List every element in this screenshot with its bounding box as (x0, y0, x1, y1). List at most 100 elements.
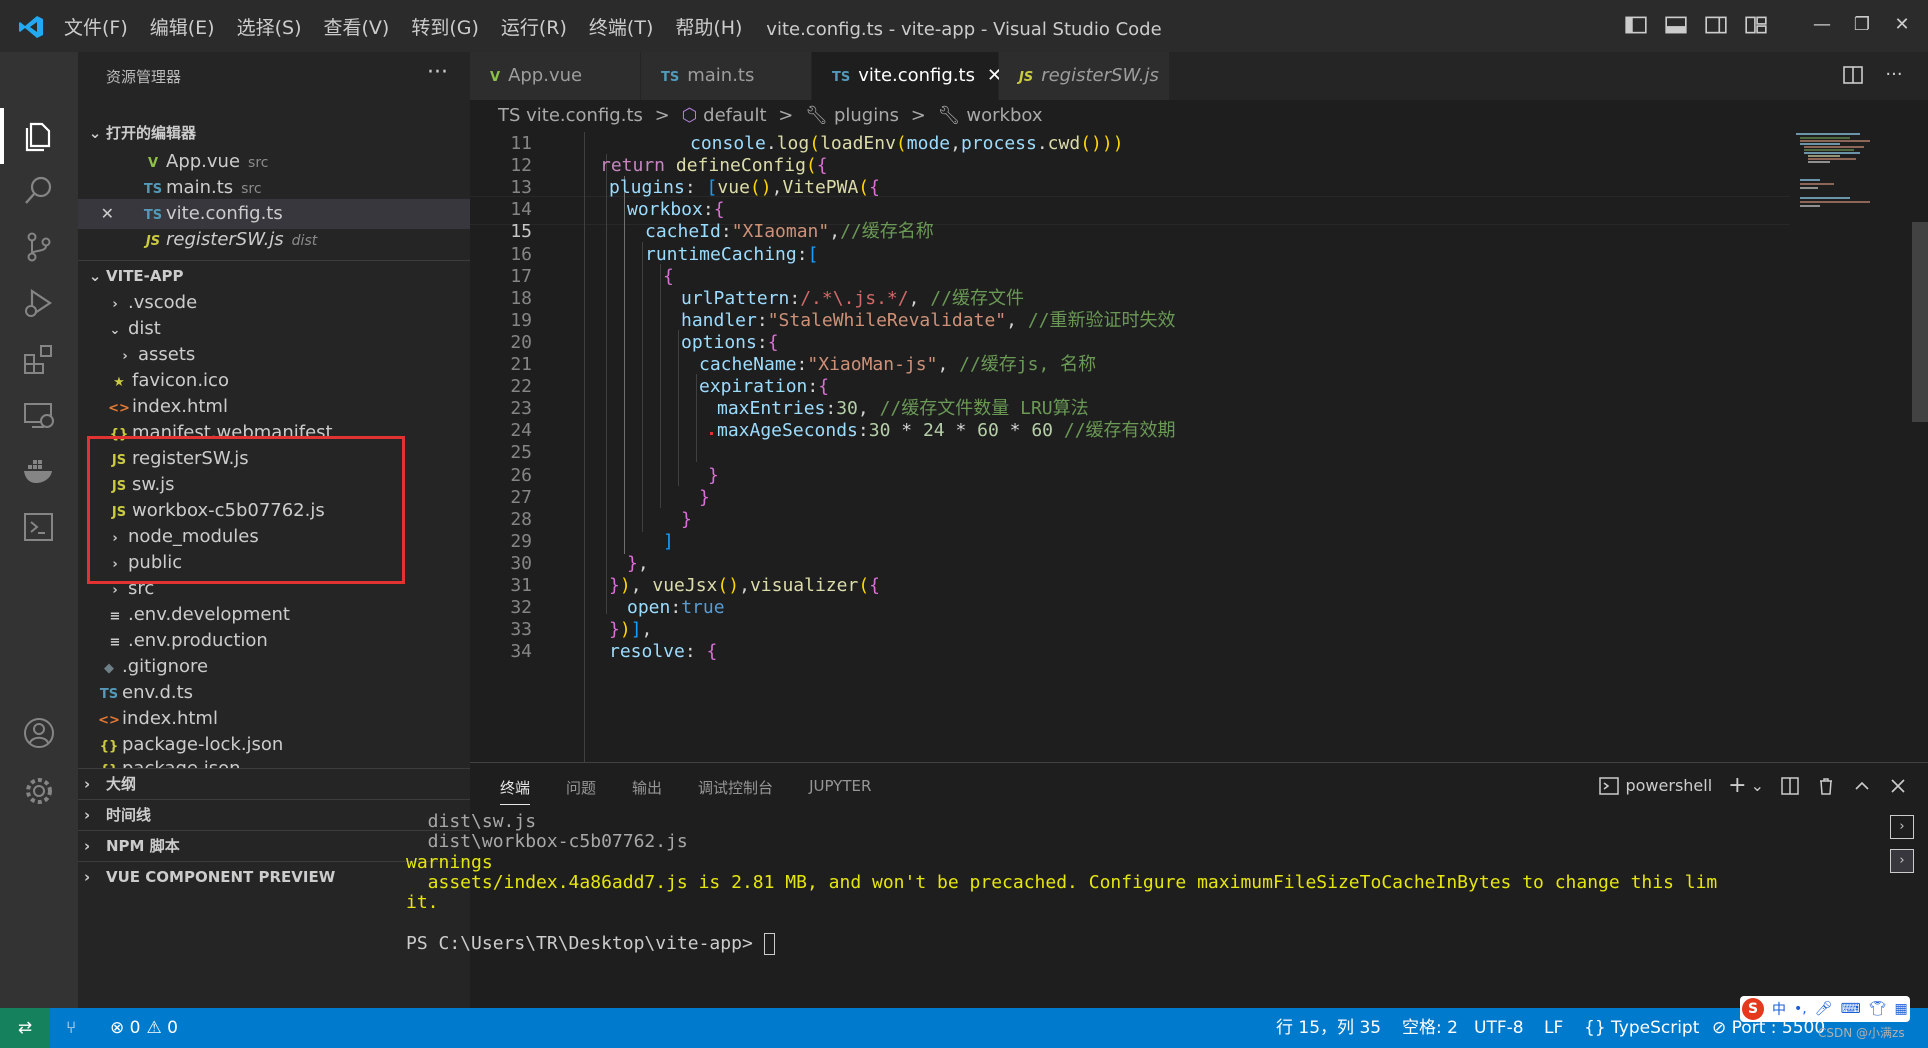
code-text: } (699, 486, 710, 508)
tab-registersw[interactable]: JS registerSW.js (999, 52, 1170, 100)
more-actions-button[interactable]: ··· (427, 60, 448, 85)
problems-indicator[interactable]: ⊗ 0 ⚠ 0 (110, 1008, 178, 1048)
chevron-right-icon: › (84, 775, 91, 793)
ts-file-icon: TS (661, 70, 680, 85)
microphone-icon: 🎤︎ (1814, 1001, 1833, 1017)
project-header[interactable]: ⌄ VITE-APP (78, 260, 470, 291)
terminal-icon[interactable] (22, 510, 56, 544)
ts-file-icon: TS (832, 70, 851, 85)
docker-icon[interactable] (22, 454, 56, 488)
editor-scrollbar[interactable] (1912, 222, 1928, 422)
menu-file[interactable]: 文件(F) (64, 13, 128, 40)
indent-guide (696, 374, 697, 462)
tab-jupyter[interactable]: JUPYTER (809, 777, 871, 805)
tab-output[interactable]: 输出 (632, 777, 662, 805)
active-indicator (0, 108, 4, 164)
tree-label: package.json (122, 758, 241, 768)
trash-icon[interactable] (1816, 776, 1836, 796)
ime-toolbar[interactable]: S 中 •, 🎤︎ ⌨ 👕︎ ▦ (1740, 996, 1910, 1022)
source-control-icon[interactable] (22, 230, 56, 264)
menu-edit[interactable]: 编辑(E) (150, 13, 215, 40)
git-branch-icon[interactable]: ⑂ (66, 1008, 76, 1048)
js-file-icon: JS (1019, 70, 1034, 85)
open-editors-header[interactable]: ⌄ 打开的编辑器 (78, 118, 470, 148)
menu-help[interactable]: 帮助(H) (675, 13, 742, 40)
tree-label: .env.production (128, 630, 268, 651)
split-editor-icon[interactable] (1842, 64, 1864, 86)
breadcrumb-separator: > (778, 105, 794, 126)
terminal-list: › › (1890, 815, 1916, 883)
tab-main-ts[interactable]: TS main.ts (641, 52, 812, 100)
encoding[interactable]: UTF-8 (1474, 1008, 1524, 1048)
minimap[interactable] (1790, 132, 1900, 762)
watermark: CSDN @小满zs (1818, 1026, 1905, 1040)
tab-label: main.ts (687, 65, 755, 86)
shell-name[interactable]: powershell (1625, 776, 1712, 795)
remote-indicator-icon[interactable]: ⇄ (0, 1008, 50, 1048)
terminal-line: assets/index.4a86add7.js is 2.81 MB, and… (406, 871, 1718, 893)
tab-app-vue[interactable]: V App.vue (470, 52, 641, 100)
split-terminal-icon[interactable] (1780, 776, 1800, 796)
indentation[interactable]: 空格: 2 (1402, 1008, 1458, 1048)
tree-label: .vscode (128, 292, 198, 313)
tab-actions: ··· (1842, 64, 1906, 86)
search-icon[interactable] (22, 174, 56, 208)
end-of-line[interactable]: LF (1544, 1008, 1563, 1048)
open-editor-desc: src (248, 155, 269, 171)
indent-guide (678, 330, 679, 486)
customize-layout-icon[interactable] (1744, 14, 1768, 36)
new-terminal-button[interactable]: + (1728, 773, 1746, 798)
menu-bar: 文件(F) 编辑(E) 选择(S) 查看(V) 转到(G) 运行(R) 终端(T… (64, 0, 764, 52)
toolbox-icon: ▦ (1894, 1001, 1908, 1017)
code-text: resolve: { (609, 641, 718, 663)
activity-bar (0, 52, 78, 1008)
toggle-panel-icon[interactable] (1664, 14, 1688, 36)
tab-vite-config[interactable]: TS vite.config.ts ✕ (812, 52, 1002, 100)
menu-run[interactable]: 运行(R) (501, 13, 567, 40)
panel-tabs: 终端 问题 输出 调试控制台 JUPYTER (500, 777, 907, 805)
tree-file[interactable]: {}package.json (78, 754, 470, 768)
outline-section[interactable]: › 大纲 (78, 768, 470, 800)
menu-go[interactable]: 转到(G) (411, 13, 479, 40)
menu-selection[interactable]: 选择(S) (237, 13, 302, 40)
toggle-sidebar-icon[interactable] (1624, 14, 1648, 36)
breadcrumb-plugins[interactable]: plugins (834, 105, 899, 126)
files-icon[interactable] (22, 118, 56, 152)
chevron-up-icon[interactable] (1852, 776, 1872, 796)
restore-button[interactable]: ❐ (1850, 14, 1874, 36)
tree-label: dist (128, 318, 161, 339)
chevron-down-icon: ⌄ (88, 124, 102, 142)
warning-count: 0 (167, 1018, 178, 1038)
code-text: ] (663, 530, 674, 552)
code-editor[interactable]: 11 console.log(loadEnv(mode,process.cwd()… (470, 132, 1928, 762)
run-debug-icon[interactable] (22, 286, 56, 320)
more-editor-actions-button[interactable]: ··· (1882, 64, 1906, 86)
panel-actions: powershell + ⌄ (1599, 773, 1908, 798)
breadcrumb-file[interactable]: TS vite.config.ts (498, 105, 643, 126)
toggle-secondary-sidebar-icon[interactable] (1704, 14, 1728, 36)
close-window-button[interactable]: ✕ (1890, 14, 1914, 36)
terminal-instance-icon[interactable]: › (1890, 815, 1914, 839)
tab-problems[interactable]: 问题 (566, 777, 596, 805)
terminal-dropdown-icon[interactable]: ⌄ (1751, 776, 1764, 795)
close-icon[interactable] (1888, 776, 1908, 796)
menu-terminal[interactable]: 终端(T) (589, 13, 653, 40)
open-editor-name: App.vue (166, 151, 241, 172)
tab-debug-console[interactable]: 调试控制台 (698, 777, 773, 805)
language-mode[interactable]: {} TypeScript (1584, 1008, 1699, 1048)
indent-guide (606, 154, 607, 614)
settings-gear-icon[interactable] (22, 774, 56, 808)
minimize-button[interactable]: — (1810, 14, 1834, 36)
open-editor-item[interactable]: JS registerSW.js dist (78, 225, 470, 255)
terminal-instance-icon[interactable]: › (1890, 849, 1914, 873)
breadcrumb-default[interactable]: default (703, 105, 766, 126)
remote-explorer-icon[interactable] (22, 398, 56, 432)
editor-tabs: V App.vue TS main.ts TS vite.config.ts ✕ JS r… (470, 52, 1928, 100)
tree-label: .gitignore (122, 656, 209, 677)
breadcrumb-workbox[interactable]: workbox (966, 105, 1042, 126)
tab-terminal[interactable]: 终端 (500, 777, 531, 805)
cursor-position[interactable]: 行 15，列 35 (1276, 1008, 1381, 1048)
extensions-icon[interactable] (22, 342, 56, 376)
menu-view[interactable]: 查看(V) (324, 13, 390, 40)
account-icon[interactable] (22, 716, 56, 750)
